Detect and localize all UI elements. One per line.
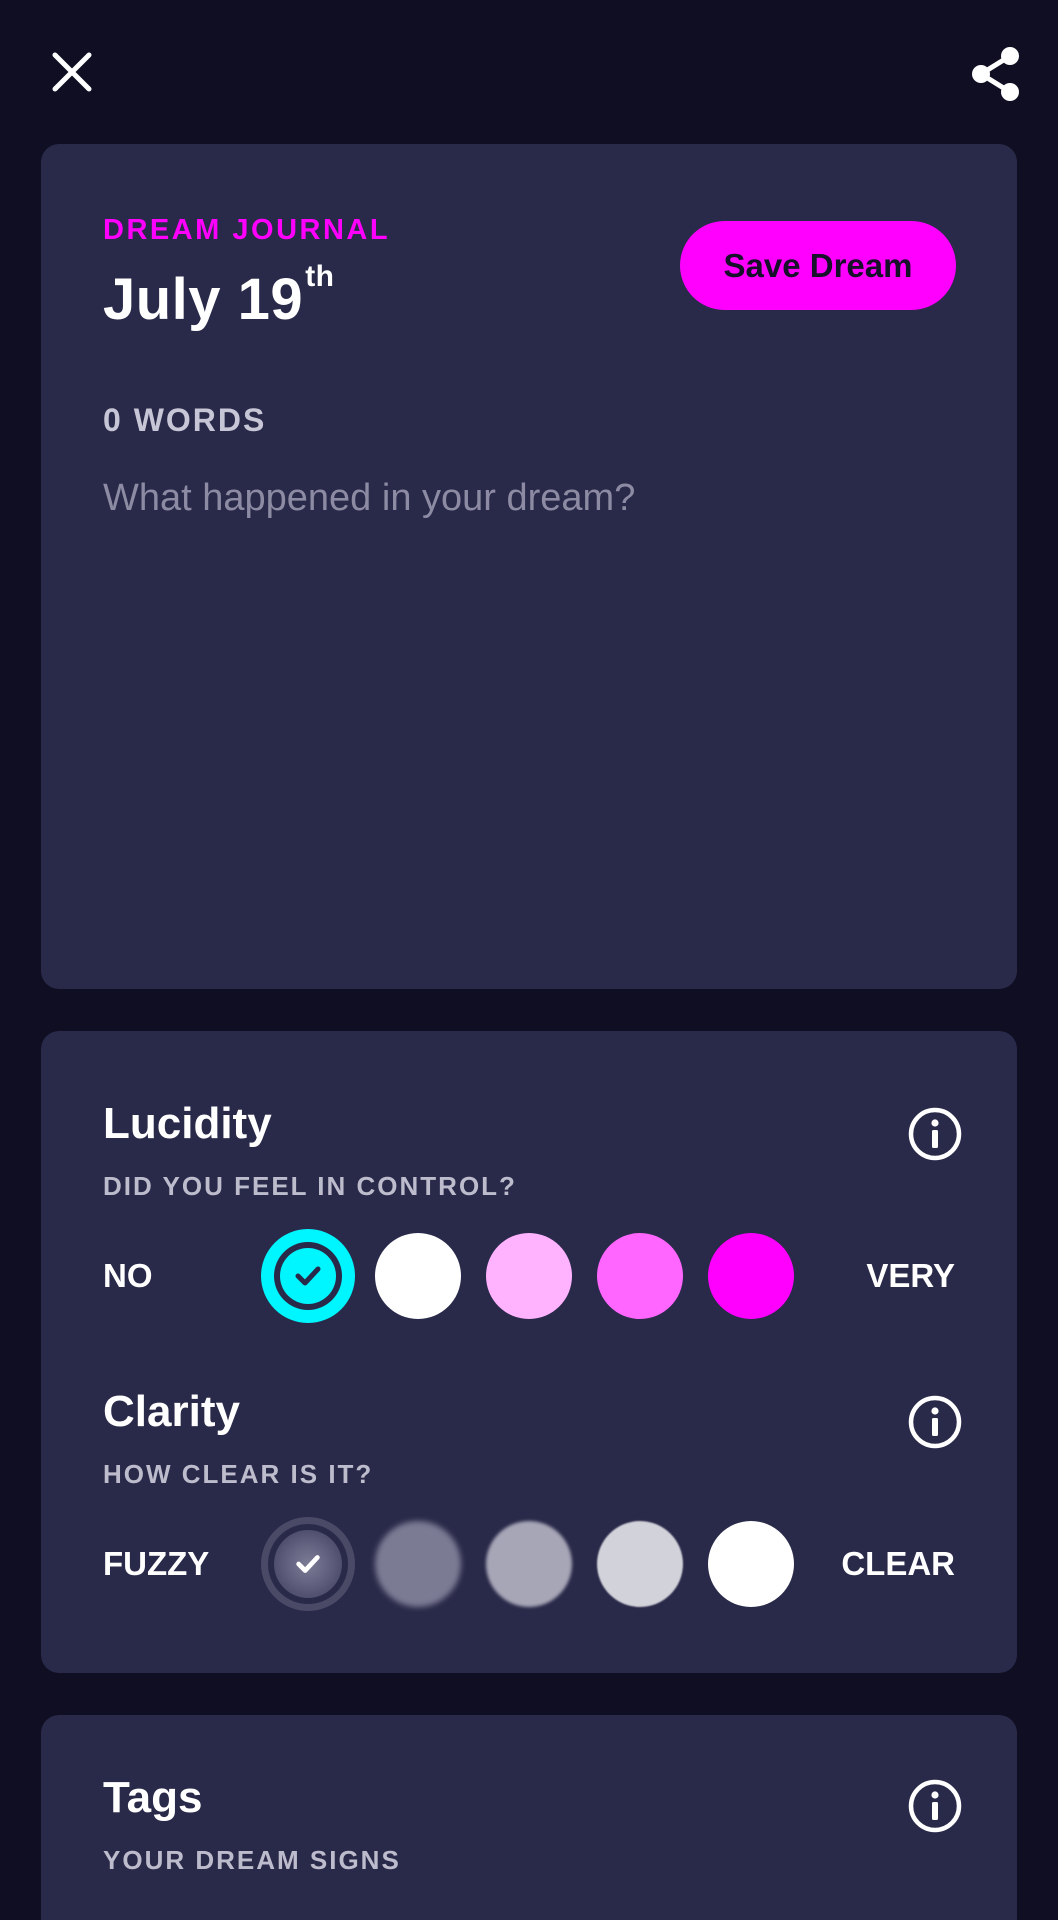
clarity-level-4[interactable]: [597, 1521, 683, 1607]
share-button[interactable]: [962, 40, 1030, 108]
check-icon: [296, 1555, 320, 1573]
lucidity-low-label: NO: [103, 1257, 153, 1294]
word-count: 0 WORDS: [103, 402, 267, 438]
check-icon: [295, 1266, 321, 1286]
clarity-level-1[interactable]: [261, 1517, 355, 1611]
entry-date-main: July 19: [103, 267, 304, 332]
clarity-subtitle: HOW CLEAR IS IT?: [103, 1459, 374, 1489]
lucidity-high-label: VERY: [866, 1257, 955, 1294]
info-icon: [908, 1107, 962, 1161]
lucidity-level-3[interactable]: [486, 1233, 572, 1319]
journal-eyebrow: DREAM JOURNAL: [103, 214, 391, 246]
clarity-high-label: CLEAR: [841, 1545, 955, 1582]
tags-info-button[interactable]: [907, 1778, 963, 1834]
info-icon: [908, 1779, 962, 1833]
clarity-level-5[interactable]: [708, 1521, 794, 1607]
clarity-info-button[interactable]: [907, 1394, 963, 1450]
lucidity-level-1[interactable]: [261, 1229, 355, 1323]
entry-date-suffix: th: [305, 260, 335, 293]
lucidity-subtitle: DID YOU FEEL IN CONTROL?: [103, 1171, 517, 1201]
clarity-title: Clarity: [103, 1387, 240, 1436]
lucidity-level-2[interactable]: [375, 1233, 461, 1319]
info-icon: [908, 1395, 962, 1449]
close-button[interactable]: [40, 40, 104, 104]
journal-card: DREAM JOURNAL July 19th Save Dream 0 WOR…: [41, 144, 1017, 989]
lucidity-level-5[interactable]: [708, 1233, 794, 1319]
ratings-card: Lucidity DID YOU FEEL IN CONTROL? NO VER…: [41, 1031, 1017, 1673]
share-icon: [972, 47, 1019, 101]
lucidity-info-button[interactable]: [907, 1106, 963, 1162]
lucidity-level-4[interactable]: [597, 1233, 683, 1319]
lucidity-title: Lucidity: [103, 1099, 272, 1148]
entry-date: July 19th: [103, 260, 335, 333]
clarity-level-3[interactable]: [486, 1521, 572, 1607]
dream-text-input[interactable]: [103, 474, 963, 944]
tags-card: Tags YOUR DREAM SIGNS: [41, 1715, 1017, 1920]
close-icon: [52, 52, 92, 92]
clarity-low-label: FUZZY: [103, 1545, 210, 1582]
tags-title: Tags: [103, 1773, 203, 1822]
top-bar: [0, 0, 1058, 144]
clarity-level-2[interactable]: [375, 1521, 461, 1607]
save-dream-button[interactable]: Save Dream: [680, 221, 956, 310]
tags-subtitle: YOUR DREAM SIGNS: [103, 1845, 401, 1875]
